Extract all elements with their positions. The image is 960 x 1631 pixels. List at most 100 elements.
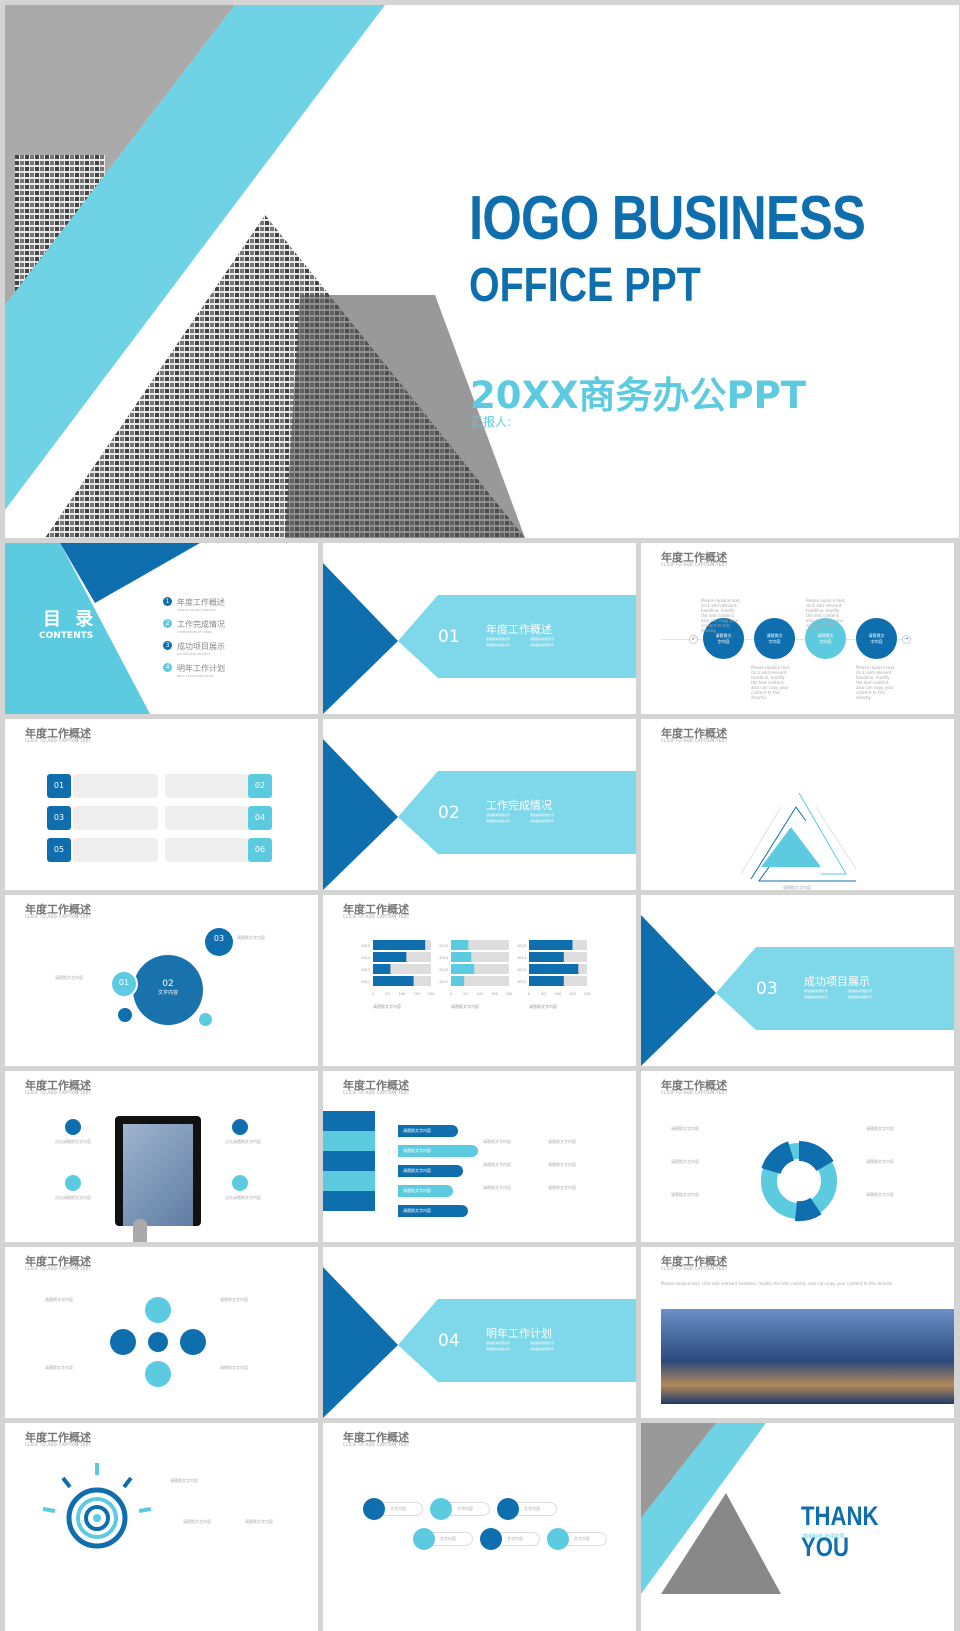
bar	[451, 964, 475, 974]
x-tick-label: 100	[477, 992, 484, 996]
calculator-icon	[232, 1175, 248, 1191]
category-label: 2013	[439, 968, 448, 972]
section-bullet: 添加相关标题文字	[804, 989, 829, 993]
text-box	[73, 774, 158, 798]
category-label: 2012	[361, 980, 370, 984]
tablet-image	[115, 1116, 201, 1226]
section-bullet: 添加相关标题文字	[530, 637, 555, 641]
contents-item[interactable]: 2 工作完成情况 COMPLETION OF WORK	[163, 619, 225, 641]
category-label: 2014	[517, 956, 527, 960]
contents-item[interactable]: 1 年度工作概述 ANNUAL WORK SUMMARY	[163, 597, 225, 619]
placeholder-text: 请替换文字内容	[170, 1478, 198, 1483]
x-tick-label: 200	[428, 992, 435, 996]
center-triangle	[761, 827, 821, 867]
placeholder-text: 请替换文字内容	[45, 1297, 73, 1302]
x-tick-label: 0	[372, 992, 374, 996]
thank-you-title: THANK YOU	[801, 1501, 879, 1562]
bar-charts: 2015 2014 2013 2012 0 50 100 150 200 请替换文字内容 2015 2…	[361, 940, 591, 1009]
camera-icon	[180, 1329, 206, 1355]
thank-you-slide[interactable]: THANK YOU 感谢聆听 批评指导	[641, 1423, 954, 1631]
bar	[373, 940, 426, 950]
cover-slide[interactable]: IOGO BUSINESS OFFICE PPT 20XX商务办公PPT 汇报人…	[5, 5, 959, 538]
bubble-03: 03	[205, 928, 233, 956]
x-tick-label: 150	[491, 992, 498, 996]
chart-caption: 请替换文字内容	[373, 1003, 401, 1009]
bubbles-slide[interactable]: 年度工作概述 CLICK TO ADD CAPTION TEXT 02 文字内容 …	[5, 895, 318, 1066]
rocket-icon: ➶	[689, 635, 698, 644]
bar	[529, 964, 579, 974]
slide-caption: CLICK TO ADD CAPTION TEXT	[343, 1090, 410, 1095]
user-icon	[363, 1498, 385, 1520]
section-slide-04[interactable]: 04 明年工作计划 添加相关标题文字 添加相关标题文字 添加相关标题文字 添加相关标题…	[323, 1247, 636, 1418]
tablet-slide[interactable]: 年度工作概述 CLICK TO ADD CAPTION TEXT 点击请替换文字…	[5, 1071, 318, 1242]
item-subtitle: ANNUAL WORK SUMMARY	[177, 608, 216, 612]
placeholder-text: 请替换文字内容	[866, 1159, 894, 1164]
ribbon-label: 请替换文字内容	[398, 1185, 453, 1197]
ribbon-list-slide[interactable]: 年度工作概述 CLICK TO ADD CAPTION TEXT 请替换文字内容…	[323, 1071, 636, 1242]
contents-title: 目 录	[43, 609, 98, 630]
search-icon	[497, 1498, 519, 1520]
bubble-main: 02 文字内容	[133, 955, 203, 1025]
text-box	[73, 838, 158, 862]
tools-icon	[480, 1528, 502, 1550]
bar-charts-slide[interactable]: 年度工作概述 CLICK TO ADD CAPTION TEXT 2015 201…	[323, 895, 636, 1066]
item-title: 工作完成情况	[177, 620, 225, 629]
x-tick-label: 50	[541, 992, 545, 996]
category-label: 2015	[361, 944, 370, 948]
contents-item[interactable]: 3 成功项目展示 SUCCESSFUL PROJECT	[163, 641, 225, 663]
item-title: 明年工作计划	[177, 664, 225, 673]
section-title: 工作完成情况	[486, 799, 552, 812]
timeline-circle: 请替换文 字内容	[754, 618, 795, 659]
item-number-badge: 1	[163, 597, 172, 606]
number-box: 06	[248, 838, 272, 862]
list-item: 请替换文字内容	[483, 1139, 511, 1144]
x-tick-label: 200	[584, 992, 591, 996]
section-bullet: 添加相关标题文字	[486, 1341, 511, 1345]
film-icon	[145, 1297, 171, 1323]
section-slide-02[interactable]: 02 工作完成情况 添加相关标题文字 添加相关标题文字 添加相关标题文字 添加相关标题…	[323, 719, 636, 890]
section-bullet: 添加相关标题文字	[530, 643, 555, 647]
network-icons-slide[interactable]: 年度工作概述 CLICK TO ADD CAPTION TEXT 请替换文字内容…	[5, 1247, 318, 1418]
photo-slide[interactable]: 年度工作概述 CLICK TO ADD CAPTION TEXT Please …	[641, 1247, 954, 1418]
process-slide[interactable]: 年度工作概述 CLICK TO ADD CAPTION TEXT 文字内容 文字内…	[323, 1423, 636, 1631]
section-bullet: 添加相关标题文字	[530, 1347, 555, 1351]
thank-you-subtitle: 感谢聆听 批评指导	[803, 1534, 845, 1540]
bar	[529, 940, 573, 950]
ribbon-label: 请替换文字内容	[398, 1145, 478, 1157]
item-title: 成功项目展示	[177, 642, 225, 651]
text-box	[73, 806, 158, 830]
numbered-boxes-slide[interactable]: 年度工作概述 CLICK TO ADD CAPTION TEXT 01 02 03 0…	[5, 719, 318, 890]
megaphone-icon	[323, 1111, 375, 1131]
circles-slide[interactable]: 年度工作概述 CLICK TO ADD CAPTION TEXT ➶ 请替换文 …	[641, 543, 954, 714]
bar	[451, 940, 469, 950]
x-tick-label: 150	[569, 992, 576, 996]
item-title: 年度工作概述	[177, 598, 225, 607]
contents-item[interactable]: 4 明年工作计划 NEXT YEAR WORK PLAN	[163, 663, 225, 685]
section-slide-03[interactable]: 03 成功项目展示 添加相关标题文字 添加相关标题文字 添加相关标题文字 添加相关标题…	[641, 895, 954, 1066]
category-label: 2015	[517, 944, 526, 948]
x-tick-label: 50	[463, 992, 467, 996]
placeholder-text: 请替换文字内容	[55, 975, 83, 980]
item-subtitle: NEXT YEAR WORK PLAN	[177, 674, 213, 678]
ring-slide[interactable]: 年度工作概述 CLICK TO ADD CAPTION TEXT 请替换文字内容…	[641, 1071, 954, 1242]
section-number: 02	[438, 803, 460, 823]
section-slide-01[interactable]: 01 年度工作概述 添加相关标题文字 添加相关标题文字 添加相关标题文字 添加相关标题…	[323, 543, 636, 714]
graduation-cap-icon	[65, 1175, 81, 1191]
category-label: 2015	[439, 944, 448, 948]
reporter-label: 汇报人:	[471, 415, 512, 429]
category-label: 2013	[361, 968, 370, 972]
headset-icon	[145, 1361, 171, 1387]
section-title: 成功项目展示	[804, 975, 870, 988]
target-slide[interactable]: 年度工作概述 CLICK TO ADD CAPTION TEXT 请替换文字内容…	[5, 1423, 318, 1631]
contents-subtitle: CONTENTS	[39, 631, 94, 641]
x-tick-label: 50	[385, 992, 389, 996]
slide-caption: CLICK TO ADD CAPTION TEXT	[25, 1090, 92, 1095]
home-icon	[148, 1332, 168, 1352]
placeholder-text: 请替换文字内容	[671, 1192, 699, 1197]
ring-segment	[761, 1141, 795, 1175]
slide-caption: CLICK TO ADD CAPTION TEXT	[343, 1442, 410, 1447]
placeholder-text: 请替换文字内容	[783, 885, 811, 890]
contents-slide[interactable]: 目 录 CONTENTS 1 年度工作概述 ANNUAL WORK SUMMARY …	[5, 543, 318, 714]
triangle-slide[interactable]: 年度工作概述 CLICK TO ADD CAPTION TEXT 请替换文字内容	[641, 719, 954, 890]
section-title: 明年工作计划	[486, 1327, 552, 1340]
